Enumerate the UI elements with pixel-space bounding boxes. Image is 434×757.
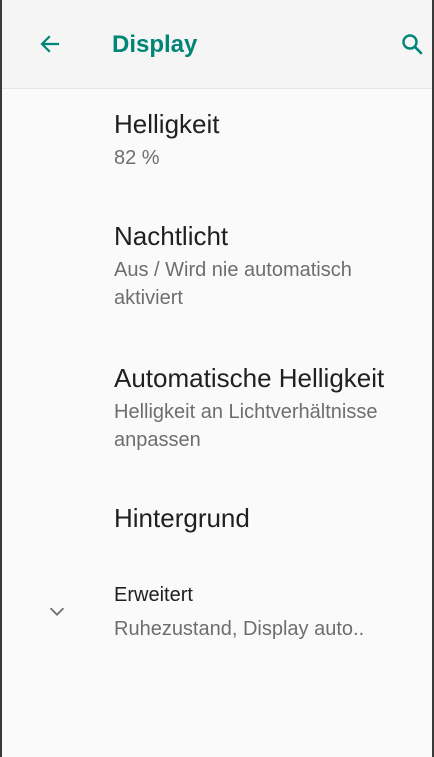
setting-title: Nachtlicht	[114, 221, 229, 251]
setting-subtitle: Helligkeit an Lichtverhältnisse anpassen	[114, 401, 378, 451]
setting-auto-brightness[interactable]: Automatische Helligkeit Helligkeit an Li…	[2, 338, 432, 488]
app-bar: Display	[2, 0, 432, 89]
setting-title: Helligkeit	[114, 109, 220, 139]
advanced-subtitle: Ruhezustand, Display auto..	[114, 618, 365, 640]
advanced-title: Erweitert	[114, 584, 193, 606]
setting-title: Hintergrund	[114, 503, 250, 533]
setting-brightness[interactable]: Helligkeit 82 %	[2, 88, 432, 198]
setting-subtitle: Aus / Wird nie automatisch aktiviert	[114, 259, 352, 309]
setting-night-light[interactable]: Nachtlicht Aus / Wird nie automatisch ak…	[2, 198, 432, 338]
setting-wallpaper[interactable]: Hintergrund	[2, 488, 432, 568]
chevron-down-icon	[49, 607, 65, 616]
search-button[interactable]	[394, 26, 430, 62]
setting-subtitle: 82 %	[114, 147, 160, 169]
back-button[interactable]	[32, 26, 68, 62]
setting-title: Automatische Helligkeit	[114, 363, 385, 393]
search-icon	[402, 34, 423, 55]
setting-advanced[interactable]: Erweitert Ruhezustand, Display auto..	[2, 568, 432, 668]
settings-screen: Display Helligkeit 82 % Nachtlicht Aus /…	[0, 0, 434, 757]
arrow-left-icon	[40, 35, 60, 53]
page-title: Display	[112, 31, 198, 58]
